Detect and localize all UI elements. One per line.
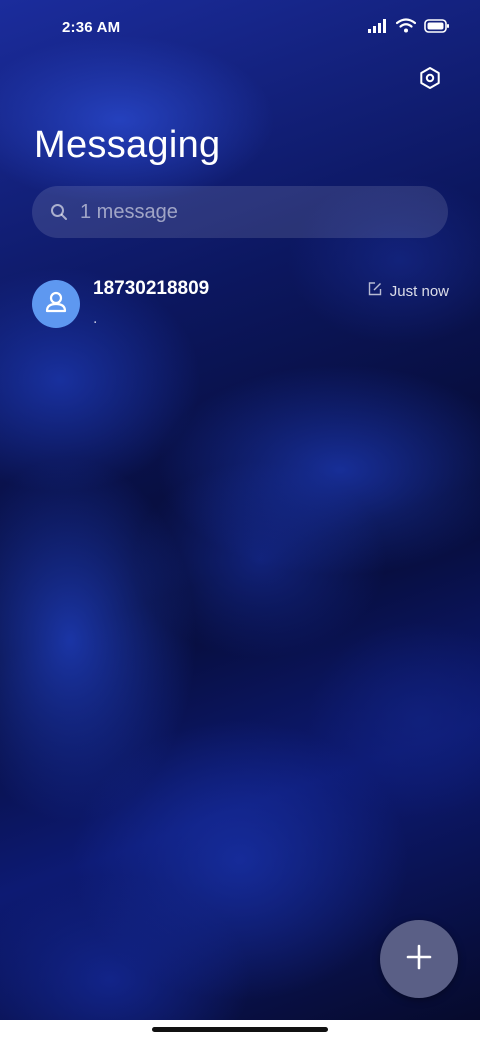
wifi-icon [395, 18, 417, 38]
status-bar: 2:36 AM [0, 0, 480, 56]
search-bar[interactable]: 1 message [32, 186, 448, 238]
signal-icon [368, 18, 388, 38]
settings-icon [418, 66, 442, 95]
conversation-time: Just now [389, 283, 449, 300]
conversation-meta: Just now [368, 282, 449, 301]
battery-icon [424, 18, 450, 38]
search-placeholder: 1 message [80, 200, 178, 223]
status-time: 2:36 AM [62, 19, 121, 36]
settings-button[interactable] [414, 64, 446, 96]
plus-icon [405, 943, 433, 976]
conversation-preview: . [93, 310, 98, 327]
conversation-item[interactable]: 18730218809 . Just now [0, 270, 480, 342]
status-icons [368, 18, 450, 38]
avatar [32, 280, 80, 328]
person-icon [43, 289, 69, 320]
home-indicator[interactable] [152, 1027, 328, 1032]
draft-icon [368, 282, 382, 301]
new-message-button[interactable] [380, 920, 458, 998]
conversation-sender: 18730218809 [93, 278, 210, 299]
search-icon [50, 202, 70, 222]
page-title: Messaging [34, 124, 221, 166]
